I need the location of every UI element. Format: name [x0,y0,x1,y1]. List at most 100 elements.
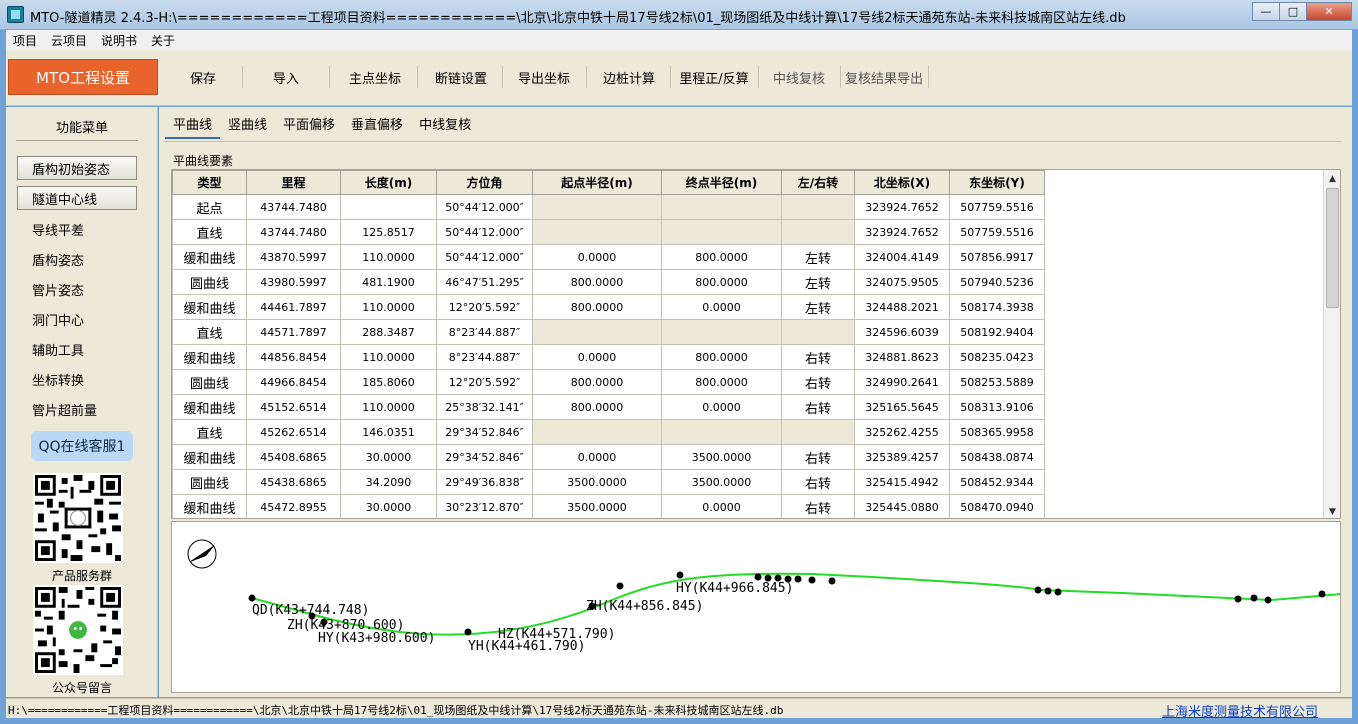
cell-start-radius[interactable]: 800.0000 [532,294,662,320]
menu-item-coordinate-transform[interactable]: 坐标转换 [32,370,84,389]
cell-start-radius[interactable]: 3500.0000 [532,494,662,518]
check-result-export-button[interactable]: 复核结果导出 [842,66,926,88]
cell-east[interactable]: 508235.0423 [949,344,1045,370]
cell-length[interactable]: 34.2090 [340,469,437,495]
cell-turn[interactable]: 右转 [781,344,855,370]
cell-north[interactable]: 323924.7652 [854,194,950,220]
cell-type[interactable]: 圆曲线 [172,369,247,395]
menu-item-auxiliary-tools[interactable]: 辅助工具 [32,340,84,359]
cell-turn[interactable] [781,319,855,345]
export-coords-button[interactable]: 导出坐标 [509,66,579,88]
close-button[interactable]: ✕ [1306,2,1352,21]
cell-end-radius[interactable]: 0.0000 [661,494,782,518]
tab-vertical-curve[interactable]: 竖曲线 [220,113,275,139]
table-row[interactable]: 缓和曲线 45472.8955 30.0000 30°23′12.870″ 3500.0… [172,494,1045,518]
table-row[interactable]: 直线 43744.7480 125.8517 50°44′12.000″ 323924.… [172,219,1045,245]
cell-type[interactable]: 缓和曲线 [172,344,247,370]
cell-start-radius[interactable]: 800.0000 [532,269,662,295]
cell-chainage[interactable]: 44461.7897 [246,294,341,320]
cell-east[interactable]: 507759.5516 [949,194,1045,220]
table-row[interactable]: 缓和曲线 44856.8454 110.0000 8°23′44.887″ 0.0000… [172,344,1045,370]
cell-end-radius[interactable] [661,419,782,445]
cell-north[interactable]: 324881.8623 [854,344,950,370]
menu-item-segment-attitude[interactable]: 管片姿态 [32,280,84,299]
menu-project[interactable]: 项目 [6,32,44,49]
scroll-thumb[interactable] [1326,188,1339,308]
column-header-chainage[interactable]: 里程 [246,170,341,195]
cell-azimuth[interactable]: 46°47′51.295″ [436,269,533,295]
cell-end-radius[interactable] [661,194,782,220]
cell-east[interactable]: 508365.9958 [949,419,1045,445]
cell-chainage[interactable]: 45438.6865 [246,469,341,495]
cell-east[interactable]: 507856.9917 [949,244,1045,270]
cell-azimuth[interactable]: 29°34′52.846″ [436,419,533,445]
cell-end-radius[interactable] [661,219,782,245]
cell-turn[interactable] [781,419,855,445]
cell-type[interactable]: 缓和曲线 [172,444,247,470]
cell-length[interactable]: 481.1900 [340,269,437,295]
cell-turn[interactable]: 右转 [781,444,855,470]
cell-start-radius[interactable] [532,319,662,345]
menu-item-segment-advance[interactable]: 管片超前量 [32,400,97,419]
cell-chainage[interactable]: 43870.5997 [246,244,341,270]
column-header-start-radius[interactable]: 起点半径(m) [532,170,662,195]
cell-north[interactable]: 324004.4149 [854,244,950,270]
table-row[interactable]: 圆曲线 45438.6865 34.2090 29°49′36.838″ 3500.00… [172,469,1045,495]
maximize-button[interactable]: □ [1279,2,1307,21]
cell-chainage[interactable]: 45472.8955 [246,494,341,518]
company-link[interactable]: 上海米度测量技术有限公司 [1162,701,1318,720]
cell-east[interactable]: 508313.9106 [949,394,1045,420]
cell-start-radius[interactable]: 0.0000 [532,244,662,270]
cell-turn[interactable] [781,219,855,245]
project-settings-button[interactable]: MTO工程设置 [8,59,158,95]
table-row[interactable]: 缓和曲线 44461.7897 110.0000 12°20′5.592″ 800.00… [172,294,1045,320]
table-row[interactable]: 圆曲线 43980.5997 481.1900 46°47′51.295″ 800.00… [172,269,1045,295]
cell-turn[interactable]: 左转 [781,269,855,295]
cell-start-radius[interactable]: 0.0000 [532,344,662,370]
cell-azimuth[interactable]: 12°20′5.592″ [436,369,533,395]
cell-north[interactable]: 324075.9505 [854,269,950,295]
menu-item-shield-attitude[interactable]: 盾构姿态 [32,250,84,269]
cell-east[interactable]: 508438.0874 [949,444,1045,470]
cell-north[interactable]: 325415.4942 [854,469,950,495]
cell-length[interactable]: 110.0000 [340,394,437,420]
alignment-plot[interactable]: QD(K43+744.748) ZH(K43+870.600) HY(K43+980… [171,521,1341,693]
scroll-up-icon[interactable]: ▲ [1324,170,1340,187]
cell-north[interactable]: 324596.6039 [854,319,950,345]
cell-turn[interactable] [781,194,855,220]
cell-length[interactable] [340,194,437,220]
menu-item-portal-center[interactable]: 洞门中心 [32,310,84,329]
cell-turn[interactable]: 左转 [781,244,855,270]
cell-length[interactable]: 110.0000 [340,294,437,320]
column-header-azimuth[interactable]: 方位角 [436,170,533,195]
scroll-down-icon[interactable]: ▼ [1324,503,1340,518]
cell-east[interactable]: 508192.9404 [949,319,1045,345]
tunnel-centerline-button[interactable]: 隧道中心线 [17,186,137,210]
main-point-coords-button[interactable]: 主点坐标 [340,66,410,88]
cell-azimuth[interactable]: 50°44′12.000″ [436,194,533,220]
cell-type[interactable]: 直线 [172,219,247,245]
cell-length[interactable]: 288.3487 [340,319,437,345]
chain-break-settings-button[interactable]: 断链设置 [426,66,496,88]
cell-turn[interactable]: 右转 [781,369,855,395]
cell-azimuth[interactable]: 29°49′36.838″ [436,469,533,495]
cell-start-radius[interactable] [532,219,662,245]
cell-turn[interactable]: 右转 [781,494,855,518]
tab-horizontal-curve[interactable]: 平曲线 [165,113,221,139]
cell-north[interactable]: 324990.2641 [854,369,950,395]
cell-end-radius[interactable]: 0.0000 [661,294,782,320]
cell-chainage[interactable]: 45152.6514 [246,394,341,420]
cell-azimuth[interactable]: 50°44′12.000″ [436,244,533,270]
centerline-check-button[interactable]: 中线复核 [764,66,834,88]
qq-support-button[interactable]: QQ在线客服1 [31,431,133,461]
cell-chainage[interactable]: 44571.7897 [246,319,341,345]
cell-start-radius[interactable] [532,419,662,445]
table-row[interactable]: 直线 44571.7897 288.3487 8°23′44.887″ 324596.6… [172,319,1045,345]
cell-length[interactable]: 30.0000 [340,444,437,470]
save-button[interactable]: 保存 [178,66,228,88]
table-row[interactable]: 缓和曲线 45152.6514 110.0000 25°38′32.141″ 800.0… [172,394,1045,420]
cell-chainage[interactable]: 44966.8454 [246,369,341,395]
cell-type[interactable]: 缓和曲线 [172,244,247,270]
cell-east[interactable]: 507759.5516 [949,219,1045,245]
cell-type[interactable]: 缓和曲线 [172,494,247,518]
